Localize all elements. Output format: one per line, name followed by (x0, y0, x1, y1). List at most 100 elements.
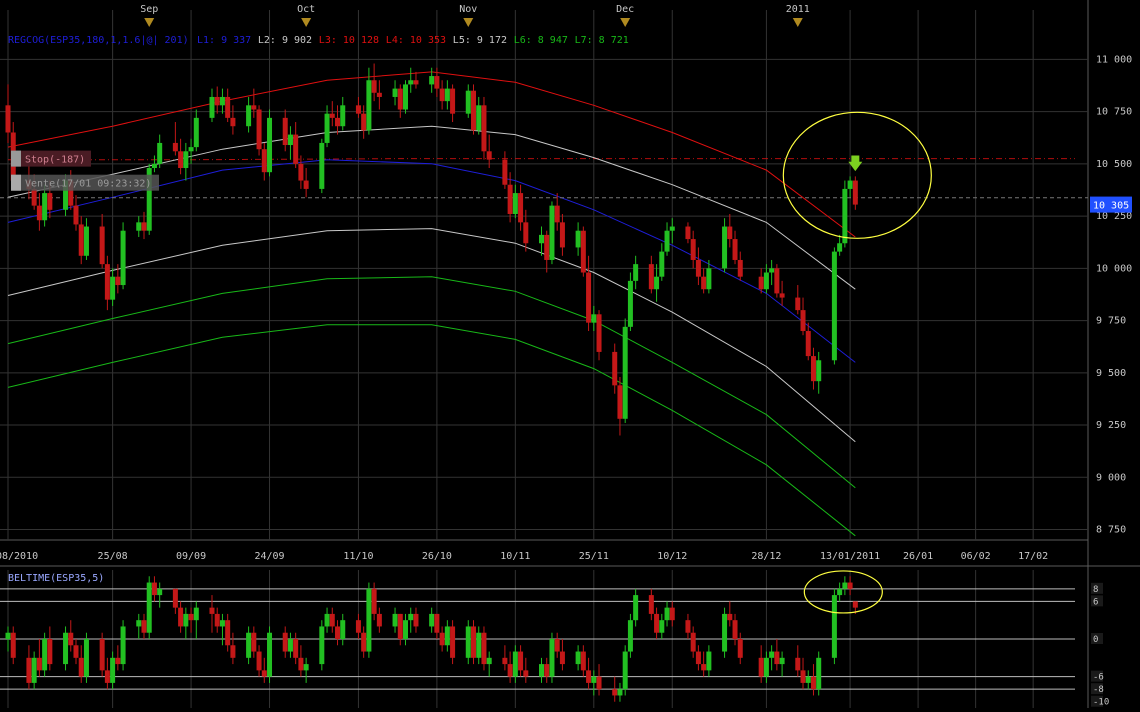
stop-tag-handle (11, 150, 21, 167)
osc-candle-body (183, 613, 189, 627)
osc-candle-body (659, 620, 665, 633)
osc-candle-body (298, 657, 304, 671)
osc-candle-body (434, 613, 440, 633)
candle-body (256, 109, 262, 150)
osc-candle-body (193, 607, 199, 621)
osc-candle-body (251, 632, 257, 652)
osc-candle-body (539, 664, 544, 677)
osc-candle-body (73, 645, 79, 658)
candle-body (73, 205, 79, 225)
trading-chart[interactable]: 05/08/2010 25/08 09/09 24/09 11/10 26/10 10/11… (0, 0, 1140, 708)
candle-body (324, 113, 330, 143)
osc-candle-body (146, 582, 152, 633)
x-tick-label: 26/10 (422, 551, 452, 562)
osc-candle-body (188, 613, 194, 621)
osc-candle-body (544, 664, 550, 677)
candle-body (612, 351, 618, 386)
candle-body (627, 280, 633, 327)
osc-candle-body (99, 639, 105, 671)
stop-label: Stop(-187) (25, 155, 85, 166)
candle-body (42, 193, 48, 221)
candle-body (774, 268, 780, 294)
candle-body (261, 149, 267, 173)
osc-candle-body (507, 664, 513, 677)
candle-body (408, 80, 414, 85)
candle-body (392, 88, 398, 97)
osc-candle-body (722, 613, 728, 652)
osc-title: BELTIME(ESP35,5) (8, 573, 104, 584)
candle-body (439, 88, 445, 102)
osc-candle-body (800, 670, 806, 683)
month-label: Oct (297, 4, 315, 15)
osc-candle-body (83, 639, 89, 677)
candle-body (246, 105, 252, 127)
candle-body (151, 163, 157, 169)
osc-y-tick-label: 6 (1093, 597, 1098, 607)
candle-body (622, 326, 628, 419)
candle-body (115, 276, 121, 286)
osc-candle-body (554, 639, 560, 652)
candle-body (413, 80, 419, 85)
candle-body (303, 180, 309, 189)
candle-body (219, 96, 225, 106)
osc-candle-body (810, 676, 816, 690)
osc-candle-body (596, 676, 602, 690)
osc-candle-body (246, 632, 252, 658)
osc-candle-body (287, 639, 293, 652)
candle-body (476, 105, 482, 131)
candle-body (178, 151, 184, 169)
osc-candle-body (282, 632, 288, 652)
candle-body (795, 297, 801, 311)
osc-candle-body (256, 651, 262, 671)
candle-body (371, 80, 377, 93)
last-price-label: 10 305 (1093, 201, 1129, 212)
osc-candle-body (261, 670, 267, 677)
candle-body (544, 234, 550, 260)
osc-y-tick-label: 8 (1093, 585, 1098, 595)
candle-body (847, 180, 853, 189)
osc-candle-body (779, 657, 785, 665)
candle-body (465, 90, 471, 114)
candle-body (293, 134, 299, 164)
osc-candle-body (774, 651, 780, 665)
osc-candle-body (366, 588, 372, 652)
osc-candle-body (664, 607, 670, 621)
osc-candle-body (617, 689, 623, 696)
osc-candle-body (209, 607, 215, 614)
osc-y-tick-label: -10 (1093, 698, 1109, 708)
candle-body (298, 163, 304, 181)
candle-body (523, 222, 529, 244)
chart-canvas[interactable]: 05/08/2010 25/08 09/09 24/09 11/10 26/10 10/11… (0, 0, 1140, 708)
osc-candle-body (371, 588, 377, 614)
candle-body (376, 92, 382, 97)
osc-candle-body (120, 626, 126, 665)
osc-candle-body (695, 651, 701, 665)
osc-candle-body (518, 651, 524, 671)
osc-candle-body (758, 657, 764, 677)
osc-candle-body (512, 651, 518, 677)
legend-entry: L7: 8 721 (575, 35, 629, 46)
legend-entry: L5: 9 172 (453, 35, 507, 46)
candle-body (47, 193, 53, 210)
candle-body (157, 142, 163, 164)
osc-candle-body (408, 613, 414, 621)
osc-candle-body (842, 582, 848, 589)
candle-body (539, 234, 544, 244)
osc-candle-body (335, 626, 341, 639)
y-tick-label: 8 750 (1096, 525, 1126, 536)
osc-candle-body (151, 582, 157, 596)
candle-body (512, 193, 518, 214)
candle-body (685, 226, 691, 240)
osc-candle-body (225, 620, 231, 646)
osc-candle-body (795, 657, 801, 671)
x-tick-label: 11/10 (343, 551, 373, 562)
x-tick-label: 24/09 (254, 551, 284, 562)
osc-candle-body (392, 613, 398, 627)
osc-candle-body (727, 613, 733, 621)
candle-body (837, 243, 843, 252)
month-label: Dec (616, 4, 634, 15)
candle-body (816, 360, 822, 382)
legend-entry: L6: 8 947 (514, 35, 568, 46)
osc-candle-body (5, 632, 11, 639)
x-tick-label: 26/01 (903, 551, 933, 562)
